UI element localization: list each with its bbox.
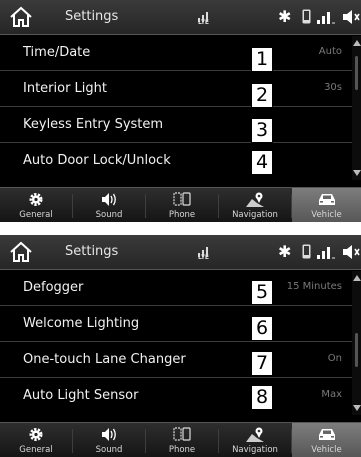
tab-label: Phone [168,210,196,220]
item-value: 15 Minutes [286,281,342,292]
car-icon [318,194,335,205]
callout-number: 3 [251,118,273,143]
tab-phone[interactable]: Phone [146,423,218,457]
tab-general[interactable]: General [0,188,72,222]
item-label: Time/Date [23,45,91,60]
item-value: 30s [324,82,342,93]
callout-number: 8 [251,385,273,410]
page-title: Settings [65,9,119,24]
tab-label: Phone [168,445,196,455]
lte-signal-icon: LTE [197,242,213,262]
bluetooth-icon: ✱ [278,7,292,26]
tab-label: General [19,210,53,220]
tab-label: General [19,445,53,455]
status-bar: Settings LTE ✱ [0,0,361,35]
volume-icon[interactable] [342,244,361,260]
item-label: Keyless Entry System [23,117,164,132]
speaker-icon [102,193,116,206]
phone-screen-icon [173,192,191,206]
mobile-phone-icon [302,244,311,259]
bluetooth-icon: ✱ [278,242,292,261]
signal-strength-icon [317,12,335,24]
tab-phone[interactable]: Phone [146,188,218,222]
tab-general[interactable]: General [0,423,72,457]
tab-label: Vehicle [311,210,342,220]
gear-icon [29,428,43,441]
settings-list: Defogger 15 Minutes Welcome Lighting One… [0,271,352,415]
scrollbar[interactable] [352,36,361,180]
scroll-down-icon[interactable] [353,405,361,411]
scroll-up-icon[interactable] [353,40,361,46]
item-label: Welcome Lighting [23,316,140,331]
scroll-thumb[interactable] [355,333,358,367]
list-item-welcome-lighting[interactable]: Welcome Lighting [0,307,352,342]
item-value: On [327,353,342,364]
gear-icon [29,193,43,206]
signal-strength-icon [317,247,335,259]
tab-navigation[interactable]: Navigation [219,423,291,457]
tab-label: Sound [95,210,123,220]
settings-list: Time/Date Auto Interior Light 30s Keyles… [0,36,352,180]
list-item-lane-changer[interactable]: One-touch Lane Changer On [0,343,352,378]
settings-screen-2: Settings LTE ✱ Defogger 15 Minutes Welco… [0,235,361,457]
list-item-auto-door-lock[interactable]: Auto Door Lock/Unlock [0,144,352,178]
volume-icon[interactable] [342,9,361,25]
item-label: Auto Door Lock/Unlock [23,153,171,168]
tab-navigation[interactable]: Navigation [219,188,291,222]
scroll-thumb[interactable] [355,56,358,90]
tab-sound[interactable]: Sound [73,423,145,457]
tab-sound[interactable]: Sound [73,188,145,222]
tab-vehicle[interactable]: Vehicle [292,423,361,457]
scroll-up-icon[interactable] [353,275,361,281]
tab-label: Sound [95,445,123,455]
item-label: Auto Light Sensor [23,388,139,403]
car-icon [318,429,335,440]
item-label: Interior Light [23,81,107,96]
settings-screen-1: Settings LTE ✱ Time/Date Auto Interior L… [0,0,361,222]
mobile-phone-icon [302,9,311,24]
tab-label: Navigation [232,210,278,220]
scroll-down-icon[interactable] [353,170,361,176]
item-value: Auto [318,46,342,57]
page-title: Settings [65,244,119,259]
home-icon[interactable] [9,241,33,263]
lte-label: LTE [198,19,210,26]
tab-label: Navigation [232,445,278,455]
lte-signal-icon: LTE [197,7,213,27]
callout-number: 5 [251,280,273,305]
callout-number: 2 [251,83,273,108]
list-item-keyless-entry[interactable]: Keyless Entry System [0,108,352,143]
tab-label: Vehicle [311,445,342,455]
list-item-time-date[interactable]: Time/Date Auto [0,36,352,71]
lte-label: LTE [198,254,210,261]
item-value: Max [321,389,342,400]
item-label: One-touch Lane Changer [23,352,186,367]
bottom-tab-bar: General Sound Phone Navigation Vehicle [0,187,361,222]
scrollbar[interactable] [352,271,361,415]
navigation-icon [246,427,264,442]
list-item-auto-light-sensor[interactable]: Auto Light Sensor Max [0,379,352,413]
list-item-interior-light[interactable]: Interior Light 30s [0,72,352,107]
speaker-icon [102,428,116,441]
list-item-defogger[interactable]: Defogger 15 Minutes [0,271,352,306]
callout-number: 7 [251,351,273,376]
tab-vehicle[interactable]: Vehicle [292,188,361,222]
bottom-tab-bar: General Sound Phone Navigation Vehicle [0,422,361,457]
phone-screen-icon [173,427,191,441]
status-bar: Settings LTE ✱ [0,235,361,270]
item-label: Defogger [23,280,84,295]
home-icon[interactable] [9,6,33,28]
callout-number: 1 [251,47,273,72]
callout-number: 4 [251,150,273,175]
navigation-icon [246,192,264,207]
callout-number: 6 [251,316,273,341]
